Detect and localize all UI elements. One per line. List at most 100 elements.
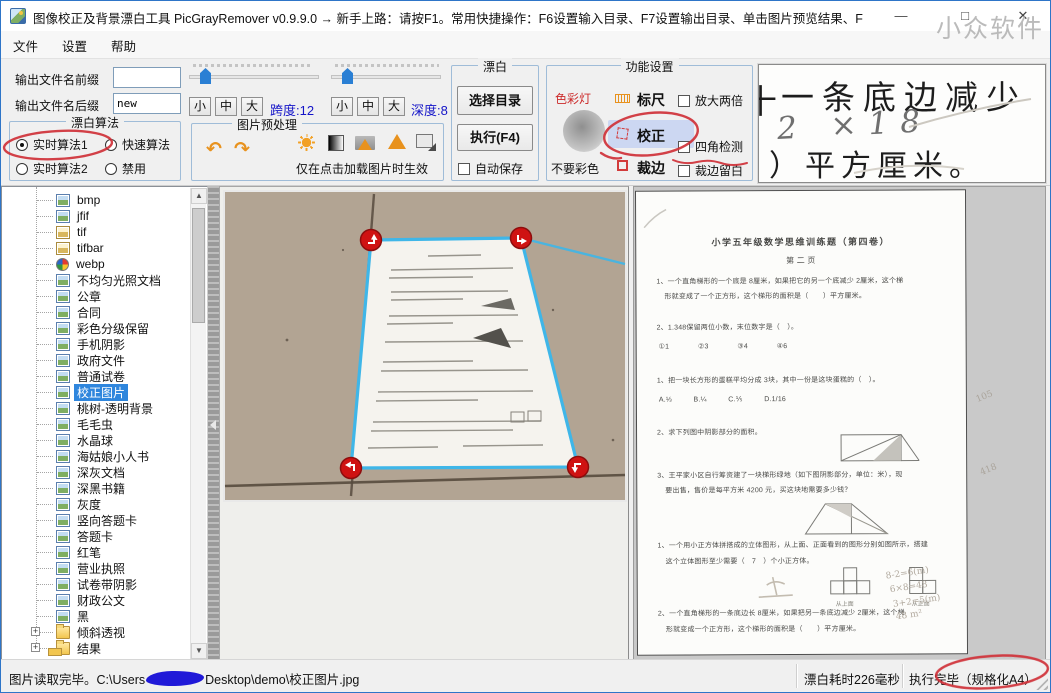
expand-toggle-icon[interactable]: + xyxy=(31,643,40,652)
panel-splitter[interactable] xyxy=(208,186,219,661)
prefix-input[interactable] xyxy=(113,67,181,88)
ruler-icon[interactable] xyxy=(615,94,630,103)
tree-item-label: 毛毛虫 xyxy=(74,416,116,433)
tree-item[interactable]: + 合同 xyxy=(2,304,189,320)
crop-label[interactable]: 裁边 xyxy=(637,158,665,178)
scroll-down-icon[interactable]: ▼ xyxy=(191,643,207,659)
radio-disable[interactable]: 禁用 xyxy=(105,160,146,177)
tree-item[interactable]: + 深灰文档 xyxy=(2,464,189,480)
tree-item[interactable]: + 不均匀光照文档 xyxy=(2,272,189,288)
file-tree: + bmp + jfif + tif + tifbar + xyxy=(2,192,189,658)
redo-icon[interactable]: ↷ xyxy=(234,140,250,159)
tree-item[interactable]: + 彩色分级保留 xyxy=(2,320,189,336)
correct-label[interactable]: 校正 xyxy=(637,126,665,146)
menu-item[interactable]: 设置 xyxy=(50,31,99,60)
brightness-icon[interactable] xyxy=(298,134,315,151)
corner-marker-bottom-right[interactable] xyxy=(568,457,589,478)
tree-item[interactable]: + 灰度 xyxy=(2,496,189,512)
tree-item[interactable]: + 答题卡 xyxy=(2,528,189,544)
margin-pencil-note: 418 xyxy=(979,462,999,478)
file-type-icon xyxy=(56,258,69,271)
span-slider-thumb[interactable] xyxy=(200,68,211,84)
tree-item[interactable]: + bmp xyxy=(2,192,189,208)
tree-item[interactable]: + 水晶球 xyxy=(2,432,189,448)
depth-small-button[interactable]: 小 xyxy=(331,97,353,116)
zoom-preview-panel[interactable]: 十 一条底边减少 2 ×18 ）平方厘米。 xyxy=(758,64,1046,183)
scroll-up-icon[interactable]: ▲ xyxy=(191,188,207,204)
tree-item[interactable]: + 桃树-透明背景 xyxy=(2,400,189,416)
tree-item[interactable]: + 海姑娘小人书 xyxy=(2,448,189,464)
zoom-2x-checkbox[interactable]: 放大两倍 xyxy=(678,92,743,109)
tree-item-label: bmp xyxy=(74,193,103,207)
tree-item[interactable]: + 财政公文 xyxy=(2,592,189,608)
tree-item[interactable]: + webp xyxy=(2,256,189,272)
span-medium-button[interactable]: 中 xyxy=(215,97,237,116)
app-window: 图像校正及背景漂白工具 PicGrayRemover v0.9.9.0 → 新手… xyxy=(0,0,1051,693)
preview-pencil-strokes xyxy=(759,65,1046,183)
saturation-icon[interactable] xyxy=(355,136,375,150)
tree-item[interactable]: + 公章 xyxy=(2,288,189,304)
minimize-button[interactable]: — xyxy=(882,1,920,31)
span-small-button[interactable]: 小 xyxy=(189,97,211,116)
menu-item[interactable]: 文件 xyxy=(1,31,50,60)
corner-marker-bottom-left[interactable] xyxy=(341,458,362,479)
tree-item[interactable]: + tif xyxy=(2,224,189,240)
resize-image-icon[interactable] xyxy=(416,134,433,148)
crop-margin-checkbox[interactable]: 裁边留白 xyxy=(678,162,743,179)
tree-item[interactable]: + 营业执照 xyxy=(2,560,189,576)
autosave-checkbox[interactable]: 自动保存 xyxy=(458,160,523,177)
expand-toggle-icon[interactable]: + xyxy=(31,627,40,636)
doc-text-line: 1、一个用小正方体拼搭成的立体图形，从上面、正面看到的图形分别如图所示，搭建 xyxy=(658,539,929,550)
tree-item-label: 合同 xyxy=(74,304,104,321)
result-preview-panel[interactable]: 小学五年级数学思维训练题（第四卷） 第 二 页 1、一个直角梯形的一个底是 8厘… xyxy=(633,186,1046,661)
menu-item[interactable]: 帮助 xyxy=(99,31,148,60)
tree-item[interactable]: + jfif xyxy=(2,208,189,224)
corner-detect-checkbox[interactable]: 四角检测 xyxy=(678,138,743,155)
radio-dot xyxy=(105,163,117,175)
file-type-icon xyxy=(56,226,70,239)
select-directory-button[interactable]: 选择目录 xyxy=(457,86,533,115)
tree-item-label: 手机阴影 xyxy=(74,336,128,353)
radio-realtime-1[interactable]: 实时算法1 xyxy=(16,136,88,153)
file-type-icon xyxy=(56,386,70,399)
span-large-button[interactable]: 大 xyxy=(241,97,263,116)
tree-item-label: tifbar xyxy=(74,241,107,255)
correct-icon[interactable] xyxy=(616,127,628,139)
radio-realtime-2[interactable]: 实时算法2 xyxy=(16,160,88,177)
execute-button[interactable]: 执行(F4) xyxy=(457,124,533,151)
tree-item[interactable]: + 试卷带阴影 xyxy=(2,576,189,592)
tree-item-label: tif xyxy=(74,225,89,239)
radio-fast[interactable]: 快速算法 xyxy=(105,136,170,153)
doc-text-line: ①1 ②3 ③4 ④6 xyxy=(659,341,788,352)
doc-text-line: 这个立体图形至少需要（ 7 ）个小正方体。 xyxy=(666,556,814,567)
tree-item[interactable]: + 深黑书籍 xyxy=(2,480,189,496)
corner-marker-top-left[interactable] xyxy=(361,230,382,251)
tree-item[interactable]: + 普通试卷 xyxy=(2,368,189,384)
undo-icon[interactable]: ↶ xyxy=(206,140,222,159)
ruler-label[interactable]: 标尺 xyxy=(637,90,665,110)
crop-icon[interactable] xyxy=(617,160,628,171)
tree-item[interactable]: + 竖向答题卡 xyxy=(2,512,189,528)
tree-item[interactable]: + 政府文件 xyxy=(2,352,189,368)
suffix-input[interactable] xyxy=(113,93,181,114)
doc-text-line: 2、求下列图中阴影部分的面积。 xyxy=(657,427,762,437)
tree-item[interactable]: + 结果 xyxy=(2,640,189,656)
tree-item[interactable]: + 手机阴影 xyxy=(2,336,189,352)
tree-item[interactable]: + 毛毛虫 xyxy=(2,416,189,432)
tree-scrollbar[interactable]: ▲ ▼ xyxy=(190,188,206,659)
depth-slider-thumb[interactable] xyxy=(342,68,353,84)
tree-item[interactable]: + tifbar xyxy=(2,240,189,256)
corner-marker-top-right[interactable] xyxy=(511,228,532,249)
tree-item[interactable]: + 黑 xyxy=(2,608,189,624)
depth-large-button[interactable]: 大 xyxy=(383,97,405,116)
contrast-icon[interactable] xyxy=(328,135,344,151)
tree-item[interactable]: + 校正图片 xyxy=(2,384,189,400)
color-light-preview[interactable] xyxy=(563,110,605,152)
depth-medium-button[interactable]: 中 xyxy=(357,97,379,116)
tree-item[interactable]: + 倾斜透视 xyxy=(2,624,189,640)
doc-text-line: 2、1.348保留两位小数，末位数字是（ ）。 xyxy=(657,322,799,333)
scrollbar-thumb[interactable] xyxy=(192,208,205,323)
tree-item[interactable]: + 红笔 xyxy=(2,544,189,560)
photo-preview[interactable] xyxy=(223,190,627,502)
sharpen-icon[interactable] xyxy=(388,134,406,149)
